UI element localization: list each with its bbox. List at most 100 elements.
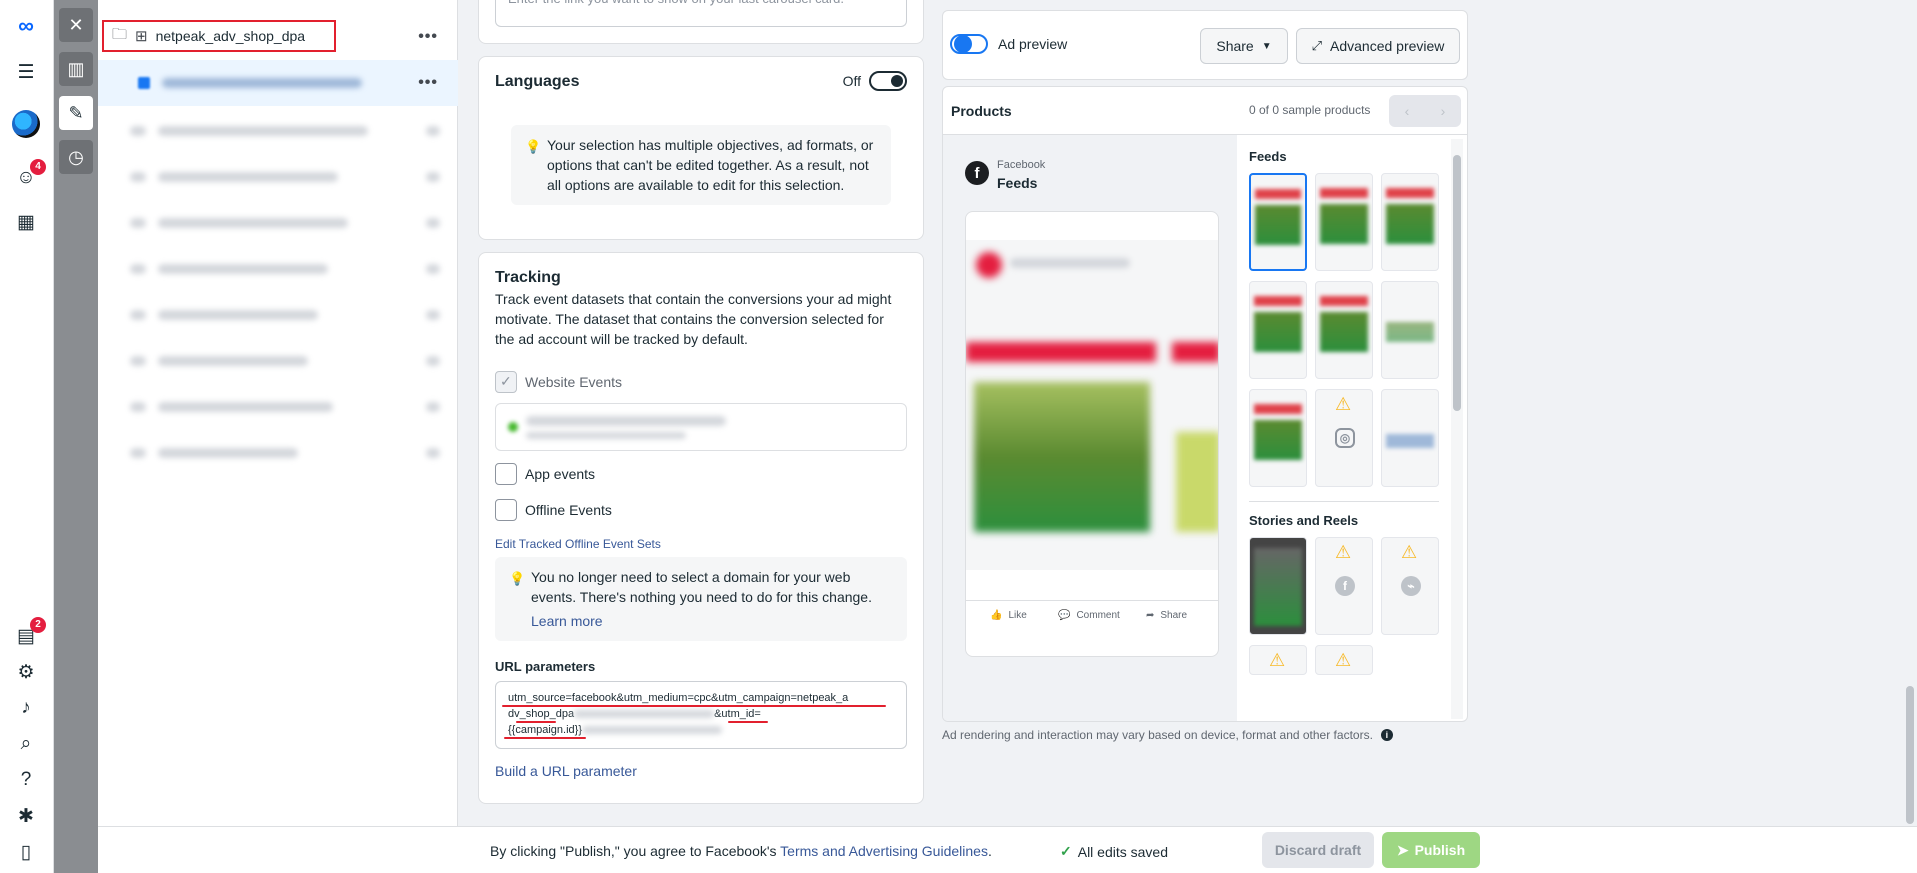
chevron-left-icon[interactable]: ‹ <box>1389 95 1425 127</box>
website-events-label: Website Events <box>525 374 623 390</box>
list-item[interactable] <box>130 262 440 276</box>
share-arrow-icon: ➦ <box>1146 610 1155 621</box>
placement-thumbnail[interactable]: ⚠ <box>1249 645 1307 675</box>
gear-icon[interactable]: ⚙ <box>12 658 40 686</box>
publish-button[interactable]: ➤ Publish <box>1382 832 1480 868</box>
preview-platform: Facebook <box>997 159 1046 171</box>
url-parameters-label: URL parameters <box>495 659 596 674</box>
tree-item-campaign[interactable]: 🗀 ⊞ netpeak_adv_shop_dpa ••• <box>98 14 458 60</box>
warning-icon: ⚠ <box>1335 650 1352 670</box>
avatar[interactable] <box>12 110 40 138</box>
learn-more-link[interactable]: Learn more <box>531 611 893 631</box>
sample-products-count: 0 of 0 sample products <box>1249 103 1371 117</box>
placement-thumbnail-facebook-stories[interactable]: ⚠ f <box>1315 537 1373 635</box>
languages-note: 💡 Your selection has multiple objectives… <box>511 125 891 205</box>
highlight-underline <box>502 705 886 707</box>
table-icon[interactable]: ▦ <box>12 208 40 236</box>
lightbulb-icon: 💡 <box>525 139 542 154</box>
offline-events-label: Offline Events <box>525 502 612 518</box>
list-item[interactable] <box>130 124 440 138</box>
ad-mockup: 👍 Like 💬 Comment ➦ Share <box>965 211 1219 657</box>
placement-thumbnail[interactable] <box>1249 389 1307 487</box>
languages-toggle-state: Off <box>842 73 861 89</box>
bug-icon[interactable]: ✱ <box>12 802 40 830</box>
highlight-underline <box>504 737 586 739</box>
history-clock-icon[interactable]: ◷ <box>59 140 93 174</box>
ad-preview-panel: Ad preview Share ▼ ⤢ Advanced preview Pr… <box>942 10 1468 752</box>
tracking-description: Track event datasets that contain the co… <box>495 291 892 347</box>
placement-thumbnail[interactable] <box>1315 281 1373 379</box>
placement-thumbnail[interactable] <box>1249 281 1307 379</box>
stories-reels-heading: Stories and Reels <box>1249 513 1359 528</box>
languages-title: Languages <box>495 73 580 90</box>
languages-toggle[interactable] <box>869 71 907 91</box>
placement-thumbnail[interactable] <box>1381 281 1439 379</box>
placements-scrollbar[interactable] <box>1451 139 1463 719</box>
warning-icon: ⚠ <box>1335 542 1352 562</box>
placement-thumbnail[interactable]: ⚠ <box>1315 645 1373 675</box>
list-item[interactable] <box>130 400 440 414</box>
bell-icon[interactable]: ♪ <box>12 694 40 722</box>
edit-pencil-icon[interactable]: ✎ <box>59 96 93 130</box>
feeds-heading: Feeds <box>1249 149 1287 164</box>
comment-icon: 💬 <box>1058 610 1071 621</box>
help-icon[interactable]: ? <box>12 766 40 794</box>
products-label: Products <box>951 103 1012 119</box>
tree-item-adset[interactable]: ••• <box>98 60 458 106</box>
discard-draft-button[interactable]: Discard draft <box>1262 832 1374 868</box>
carousel-link-input[interactable]: Enter the link you want to show on your … <box>495 0 907 27</box>
editor-tool-strip: ✕ ▥ ✎ ◷ <box>54 0 98 873</box>
offline-events-checkbox[interactable] <box>495 499 517 521</box>
page-scrollbar[interactable] <box>1903 0 1917 826</box>
edit-offline-events-link[interactable]: Edit Tracked Offline Event Sets <box>495 537 661 551</box>
close-icon[interactable]: ✕ <box>59 8 93 42</box>
caret-down-icon: ▼ <box>1261 40 1272 52</box>
messenger-icon: ⌁ <box>1401 576 1421 596</box>
share-post-button: ➦ Share <box>1146 610 1188 621</box>
advanced-preview-button[interactable]: ⤢ Advanced preview <box>1296 28 1460 64</box>
chevron-right-icon[interactable]: › <box>1425 95 1461 127</box>
placement-thumbnail[interactable] <box>1249 537 1307 635</box>
placement-thumbnail[interactable] <box>1315 173 1373 271</box>
carousel-link-card: Enter the link you want to show on your … <box>478 0 924 44</box>
notifications-icon[interactable]: ☺ 4 <box>12 159 46 192</box>
menu-icon[interactable]: ☰ <box>12 58 40 86</box>
side-panel-icon[interactable]: ▯ <box>12 838 40 866</box>
tracking-card: Tracking Track event datasets that conta… <box>478 252 924 804</box>
list-item[interactable] <box>130 170 440 184</box>
build-url-parameter-link[interactable]: Build a URL parameter <box>495 763 637 779</box>
warning-icon: ⚠ <box>1401 542 1418 562</box>
save-status: All edits saved <box>1077 843 1169 860</box>
bar-chart-icon[interactable]: ▥ <box>59 52 93 86</box>
search-icon[interactable]: ⌕ <box>12 730 40 758</box>
list-item[interactable] <box>130 308 440 322</box>
publish-agreement: By clicking "Publish," you agree to Face… <box>490 843 992 859</box>
preview-disclaimer: Ad rendering and interaction may vary ba… <box>942 728 1373 742</box>
list-item[interactable] <box>130 216 440 230</box>
like-button: 👍 Like <box>990 610 1027 621</box>
more-options-icon[interactable]: ••• <box>418 28 438 46</box>
share-button[interactable]: Share ▼ <box>1200 28 1288 64</box>
expand-icon: ⤢ <box>1311 38 1322 53</box>
placement-thumbnail[interactable] <box>1381 173 1439 271</box>
ad-preview-toggle[interactable] <box>950 34 988 54</box>
more-options-icon[interactable]: ••• <box>418 74 438 92</box>
url-parameters-input[interactable]: utm_source=facebook&utm_medium=cpc&utm_c… <box>495 681 907 749</box>
website-events-checkbox[interactable] <box>495 371 517 393</box>
list-item[interactable] <box>130 446 440 460</box>
global-nav-rail: ∞ ☰ ☺ 4 ▦ ▤ 2 ⚙ ♪ ⌕ ? ✱ ▯ <box>0 0 54 873</box>
domain-note: 💡 You no longer need to select a domain … <box>495 557 907 641</box>
app-events-checkbox[interactable] <box>495 463 517 485</box>
facebook-icon: f <box>965 161 989 185</box>
info-icon[interactable]: i <box>1380 729 1393 741</box>
dataset-select[interactable] <box>495 403 907 451</box>
pages-icon[interactable]: ▤ 2 <box>12 617 46 650</box>
warning-icon: ⚠ <box>1335 394 1352 414</box>
placement-thumbnail[interactable] <box>1381 389 1439 487</box>
list-item[interactable] <box>130 354 440 368</box>
placement-thumbnail-messenger[interactable]: ⚠ ⌁ <box>1381 537 1439 635</box>
meta-logo-icon[interactable]: ∞ <box>12 12 40 40</box>
placement-thumbnail[interactable] <box>1249 173 1307 271</box>
placement-thumbnail-instagram[interactable]: ⚠ ◎ <box>1315 389 1373 487</box>
terms-link[interactable]: Terms and Advertising Guidelines <box>780 843 988 859</box>
